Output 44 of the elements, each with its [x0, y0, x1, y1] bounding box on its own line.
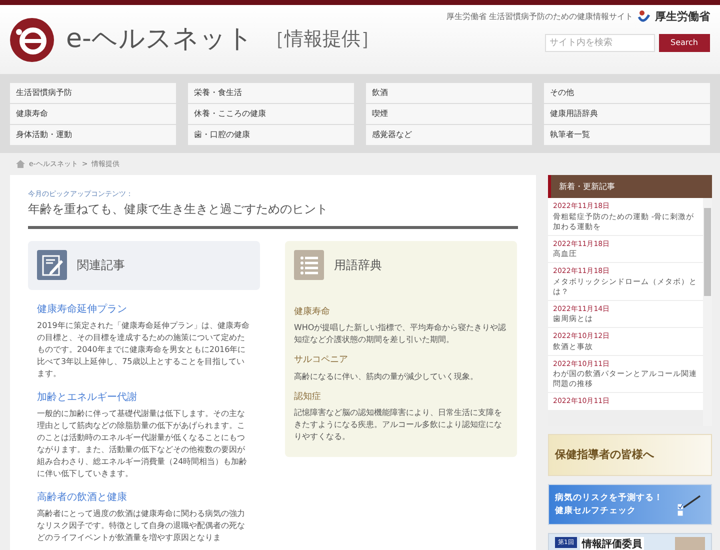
banner-text: 保健指導者の皆様へ	[555, 446, 654, 463]
banner-text: 病気のリスクを予測する！	[555, 492, 663, 504]
glossary-definition: WHOが提唱した新しい指標で、平均寿命から寝たきりや認知症など介護状態の期間を差し引いた期間。	[294, 322, 508, 346]
notepad-pencil-icon	[37, 250, 67, 280]
nav-link[interactable]: 生活習慣病予防	[10, 83, 176, 103]
article-link[interactable]: 高齢者の飲酒と健康	[37, 490, 251, 504]
article-link[interactable]: 加齢とエネルギー代謝	[37, 390, 251, 404]
banner-text: 健康セルフチェック	[555, 504, 637, 518]
site-logo[interactable]: e-ヘルスネット	[66, 20, 254, 59]
nav-link[interactable]: 飲酒	[366, 83, 532, 103]
ministry-name[interactable]: 厚生労働省	[655, 9, 710, 26]
glossary-term[interactable]: 健康寿命	[294, 306, 508, 319]
article-summary: 高齢者にとって過度の飲酒は健康寿命に関わる病気の強力なリスク因子です。特徴として自身の退職や配偶者の死などのライフイベントが飲酒量を増やす原因となりま	[37, 508, 246, 544]
nav-link[interactable]: 感覚器など	[366, 125, 532, 145]
nav-link[interactable]: 健康用語辞典	[544, 104, 710, 124]
article-summary: 一般的に加齢に伴って基礎代謝量は低下します。その主な理由として筋肉などの除脂肪量の低下があげられます。このことは活動時のエネルギー代謝量が低くなることにもつながります。また、活動量の低下などその他複数の要因が組み合わさり、総エネルギー消費量（24時間相当）も加齢に伴い低下していきます。	[37, 408, 248, 480]
article-link[interactable]: 健康寿命延伸プラン	[37, 302, 251, 316]
glossary-term[interactable]: 認知症	[294, 390, 508, 404]
nav-link[interactable]: 健康寿命	[10, 104, 176, 124]
glossary-definition: 記憶障害など脳の認知機能障害により、日常生活に支障をきたすようになる疾患。アルコール多飲により認知症になりやすくなる。	[294, 407, 503, 443]
glossary-heading: 用語辞典	[334, 257, 382, 274]
search-button[interactable]: Search	[658, 34, 710, 52]
nav-link[interactable]: 喫煙	[366, 104, 532, 124]
site-tagline: 厚生労働省 生活習慣病予防のための健康情報サイト	[446, 11, 633, 24]
home-icon[interactable]	[16, 160, 25, 168]
guide-banner[interactable]: 保健指導者の皆様へ	[548, 434, 712, 476]
glossary-term[interactable]: サルコペニア	[294, 354, 508, 368]
article-summary: 2019年に策定された「健康寿命延伸プラン」は、健康寿命の目標と、その目標を達成するための施策について定めたものです。2040年までに健康寿命を男女ともに2016年に比べて3年以上延伸し、75歳以上とすることを目指しています。	[37, 320, 250, 380]
list-icon	[294, 250, 324, 280]
nav-link[interactable]: 執筆者一覧	[544, 125, 710, 145]
nav-link[interactable]: 身体活動・運動	[10, 125, 176, 145]
self-check-banner[interactable]: 病気のリスクを予測する！ 健康セルフチェック	[548, 484, 712, 525]
nav-link[interactable]: 歯・口腔の健康	[188, 125, 354, 145]
glossary-definition: 高齢になるに伴い、筋肉の量が減少していく現象。	[294, 370, 479, 382]
news-heading: 新着・更新記事	[548, 175, 712, 198]
nav-link[interactable]: 栄養・食生活	[188, 83, 354, 103]
nav-link[interactable]: 休養・こころの健康	[188, 104, 354, 124]
search-field[interactable]: サイト内を検索	[544, 34, 655, 52]
pickup-title: 年齢を重ねても、健康で生き生きと過ごすためのヒント	[28, 200, 518, 228]
articles-heading: 関連記事	[77, 257, 125, 274]
logo-icon	[10, 18, 54, 62]
banner-text: 情報評価委員	[580, 537, 644, 550]
nav-link[interactable]: その他	[544, 83, 710, 103]
site-subtitle: ［情報提供］	[265, 27, 380, 52]
